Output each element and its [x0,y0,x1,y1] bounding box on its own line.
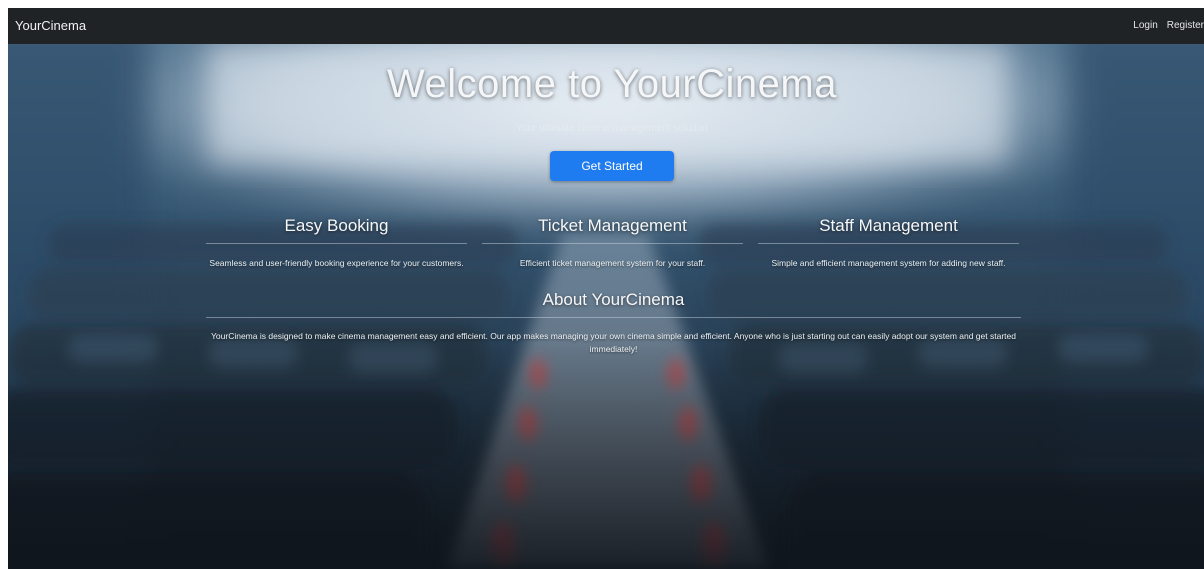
feature-divider [206,243,467,244]
feature-description: Simple and efficient management system f… [771,258,1006,268]
hero-subtitle: Your ultimate cinema management solution [516,123,708,134]
top-navbar: YourCinema Login Register [8,8,1204,44]
feature-divider [758,243,1019,244]
feature-title: Ticket Management [538,216,687,235]
feature-title: Easy Booking [284,216,389,235]
feature-staff-management: Staff Management Simple and efficient ma… [758,214,1019,270]
feature-divider [482,243,743,244]
feature-description: Efficient ticket management system for y… [519,258,706,268]
feature-description: Seamless and user-friendly booking exper… [209,258,464,268]
feature-easy-booking: Easy Booking Seamless and user-friendly … [206,214,467,270]
hero-section: Welcome to YourCinema Your ultimate cine… [8,44,1204,569]
login-link[interactable]: Login [1133,20,1157,31]
feature-ticket-management: Ticket Management Efficient ticket manag… [482,214,743,270]
browser-viewport: YourCinema Login Register Welcome to You… [8,8,1204,569]
register-link[interactable]: Register [1167,20,1204,31]
get-started-button[interactable]: Get Started [550,151,674,181]
hero-title: Welcome to YourCinema [387,62,837,106]
about-title: About YourCinema [542,290,685,309]
about-divider [206,317,1021,318]
brand-link[interactable]: YourCinema [15,18,86,33]
about-description: YourCinema is designed to make cinema ma… [211,331,1016,354]
nav-links: Login Register [1133,20,1204,31]
feature-title: Staff Management [819,216,958,235]
about-section: About YourCinema YourCinema is designed … [206,288,1021,356]
